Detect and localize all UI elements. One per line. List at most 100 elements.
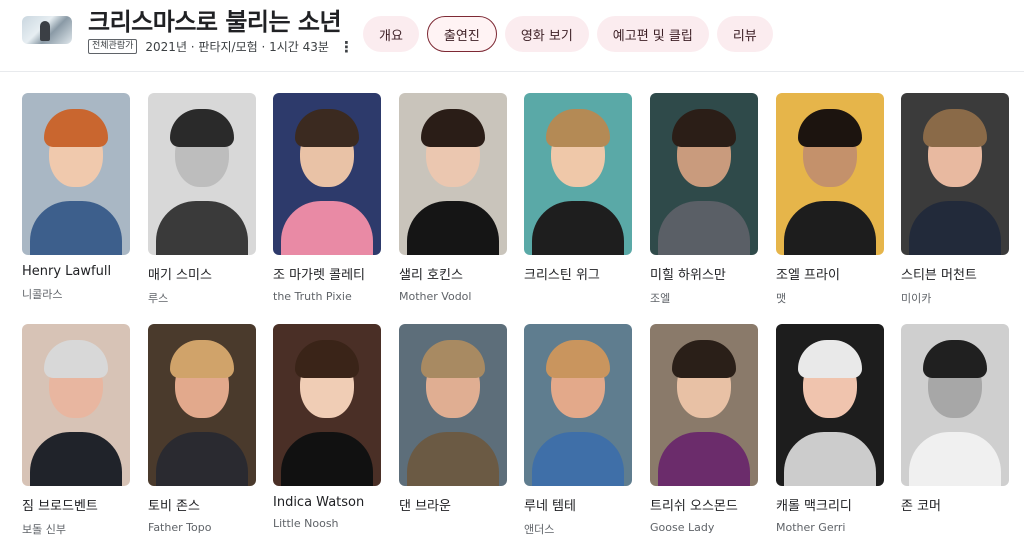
cast-role: 조엘 xyxy=(650,292,671,305)
cast-name[interactable]: 스티븐 머천트 xyxy=(901,264,1009,283)
cast-card[interactable]: 댄 브라운 xyxy=(399,324,507,521)
portrait-shape xyxy=(44,340,108,378)
cast-card[interactable]: 조엘 프라이 맷 xyxy=(776,93,884,306)
cast-name[interactable]: 샐리 호킨스 xyxy=(399,264,507,283)
portrait-shape xyxy=(30,432,122,486)
portrait-shape xyxy=(156,201,248,255)
portrait-shape xyxy=(281,201,373,255)
portrait-shape xyxy=(170,109,234,147)
portrait-shape xyxy=(798,340,862,378)
tab-reviews[interactable]: 리뷰 xyxy=(716,16,773,52)
portrait-shape xyxy=(281,432,373,486)
cast-name[interactable]: Indica Watson xyxy=(273,495,381,510)
portrait-shape xyxy=(546,340,610,378)
cast-card[interactable]: Henry Lawfull 니콜라스 xyxy=(22,93,130,302)
portrait-shape xyxy=(658,201,750,255)
portrait-shape xyxy=(672,109,736,147)
cast-photo[interactable] xyxy=(901,93,1009,255)
cast-role: Father Topo xyxy=(148,521,212,534)
movie-meta: 전체관람가 2021년 · 판타지/모험 · 1시간 43분 ⋮ xyxy=(88,38,354,55)
cast-name[interactable]: 트리쉬 오스몬드 xyxy=(650,495,758,514)
cast-photo[interactable] xyxy=(148,324,256,486)
portrait-shape xyxy=(672,340,736,378)
cast-name[interactable]: 짐 브로드벤트 xyxy=(22,495,130,514)
cast-photo[interactable] xyxy=(399,93,507,255)
cast-name[interactable]: 루네 템테 xyxy=(524,495,632,514)
cast-name[interactable]: 미힐 하위스만 xyxy=(650,264,758,283)
portrait-shape xyxy=(658,432,750,486)
portrait-shape xyxy=(421,340,485,378)
cast-name[interactable]: Henry Lawfull xyxy=(22,264,130,279)
portrait-shape xyxy=(156,432,248,486)
age-rating-badge: 전체관람가 xyxy=(88,39,138,54)
cast-role: Little Noosh xyxy=(273,517,339,530)
tab-trailers[interactable]: 예고편 및 클립 xyxy=(596,16,709,52)
portrait-shape xyxy=(798,109,862,147)
movie-title: 크리스마스로 불리는 소년 xyxy=(88,8,342,36)
cast-photo[interactable] xyxy=(524,324,632,486)
portrait-shape xyxy=(295,340,359,378)
cast-name[interactable]: 매기 스미스 xyxy=(148,264,256,283)
portrait-shape xyxy=(909,201,1001,255)
cast-role: Mother Vodol xyxy=(399,290,472,303)
movie-thumbnail[interactable] xyxy=(22,16,72,44)
tab-cast[interactable]: 출연진 xyxy=(426,16,497,52)
cast-photo[interactable] xyxy=(776,324,884,486)
cast-card[interactable]: 스티븐 머천트 미이카 xyxy=(901,93,1009,306)
cast-photo[interactable] xyxy=(273,324,381,486)
portrait-shape xyxy=(923,340,987,378)
portrait-shape xyxy=(421,109,485,147)
cast-card[interactable]: 짐 브로드벤트보돌 신부 xyxy=(22,324,130,537)
portrait-shape xyxy=(909,432,1001,486)
cast-name[interactable]: 존 코머 xyxy=(901,495,1009,514)
movie-info-text: 2021년 · 판타지/모험 · 1시간 43분 xyxy=(145,40,329,54)
cast-card[interactable]: 매기 스미스 루스 xyxy=(148,93,256,306)
cast-name[interactable]: 토비 존스 xyxy=(148,495,256,514)
cast-photo[interactable] xyxy=(901,324,1009,486)
cast-photo[interactable] xyxy=(22,93,130,255)
movie-header: 크리스마스로 불리는 소년 전체관람가 2021년 · 판타지/모험 · 1시간… xyxy=(0,0,1024,72)
cast-role: Goose Lady xyxy=(650,521,715,534)
cast-name[interactable]: 조엘 프라이 xyxy=(776,264,884,283)
portrait-shape xyxy=(532,201,624,255)
cast-card[interactable]: 토비 존스 Father Topo xyxy=(148,324,256,534)
cast-role: 니콜라스 xyxy=(22,288,63,301)
portrait-shape xyxy=(44,109,108,147)
portrait-shape xyxy=(784,201,876,255)
cast-photo[interactable] xyxy=(399,324,507,486)
cast-role: 보돌 신부 xyxy=(22,523,66,536)
cast-card[interactable]: 캐롤 맥크리디 Mother Gerri xyxy=(776,324,884,534)
portrait-shape xyxy=(546,109,610,147)
portrait-shape xyxy=(407,432,499,486)
cast-card[interactable]: 샐리 호킨스 Mother Vodol xyxy=(399,93,507,303)
tab-overview[interactable]: 개요 xyxy=(363,16,419,52)
portrait-shape xyxy=(30,201,122,255)
portrait-shape xyxy=(923,109,987,147)
cast-card[interactable]: 루네 템테 앤더스 xyxy=(524,324,632,537)
cast-photo[interactable] xyxy=(524,93,632,255)
cast-photo[interactable] xyxy=(650,93,758,255)
portrait-shape xyxy=(295,109,359,147)
cast-card[interactable]: 조 마가렛 콜레티 the Truth Pixie xyxy=(273,93,381,303)
tab-watch[interactable]: 영화 보기 xyxy=(504,16,589,52)
cast-photo[interactable] xyxy=(22,324,130,486)
cast-card[interactable]: Indica Watson Little Noosh xyxy=(273,324,381,530)
cast-photo[interactable] xyxy=(273,93,381,255)
cast-name[interactable]: 조 마가렛 콜레티 xyxy=(273,264,381,283)
cast-role: Mother Gerri xyxy=(776,521,846,534)
more-options-icon[interactable]: ⋮ xyxy=(339,39,354,54)
cast-card[interactable]: 크리스틴 위그 xyxy=(524,93,632,290)
cast-card[interactable]: 미힐 하위스만조엘 xyxy=(650,93,758,306)
cast-name[interactable]: 크리스틴 위그 xyxy=(524,264,632,283)
portrait-shape xyxy=(532,432,624,486)
cast-card[interactable]: 존 코머 xyxy=(901,324,1009,521)
cast-card[interactable]: 트리쉬 오스몬드 Goose Lady xyxy=(650,324,758,534)
cast-name[interactable]: 댄 브라운 xyxy=(399,495,507,514)
portrait-shape xyxy=(784,432,876,486)
cast-name[interactable]: 캐롤 맥크리디 xyxy=(776,495,884,514)
cast-photo[interactable] xyxy=(650,324,758,486)
cast-photo[interactable] xyxy=(776,93,884,255)
cast-photo[interactable] xyxy=(148,93,256,255)
portrait-shape xyxy=(170,340,234,378)
cast-role: the Truth Pixie xyxy=(273,290,352,303)
